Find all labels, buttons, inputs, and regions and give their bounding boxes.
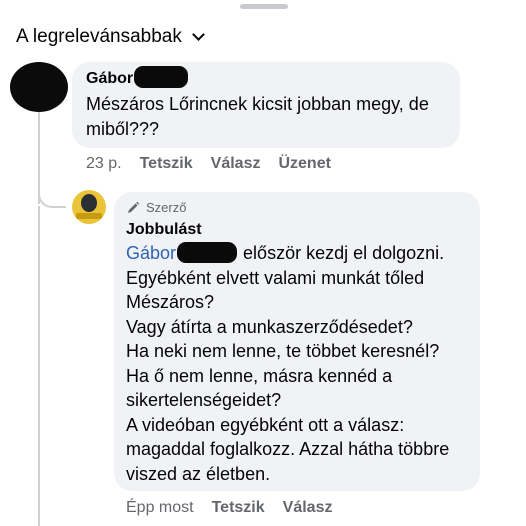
- comment-bubble: Gábor Mészáros Lőrincnek kicsit jobban m…: [72, 62, 460, 148]
- commenter-name[interactable]: Gábor: [86, 70, 133, 88]
- reply-text-first: először kezdj el dolgozni.: [243, 243, 445, 263]
- author-avatar[interactable]: [72, 190, 106, 224]
- reply-text-body: Egyébként elvett valami munkát tőled Més…: [126, 267, 450, 484]
- author-badge-label: Szerző: [146, 200, 187, 215]
- sort-label: A legrelevánsabbak: [16, 26, 182, 47]
- comment-text: Mészáros Lőrincnek kicsit jobban megy, d…: [86, 94, 429, 139]
- pen-icon: [128, 201, 140, 213]
- like-button[interactable]: Tetszik: [140, 155, 193, 173]
- mention-link[interactable]: Gábor: [126, 243, 176, 263]
- reply-text: Gábor először kezdj el dolgozni. Egyébké…: [126, 241, 476, 486]
- reply-button[interactable]: Válasz: [211, 155, 261, 173]
- sort-dropdown[interactable]: A legrelevánsabbak: [16, 26, 205, 48]
- chevron-down-icon: [191, 27, 205, 41]
- thread-line-reply: [38, 206, 40, 526]
- author-avatar-logo: [76, 213, 102, 219]
- message-button[interactable]: Üzenet: [278, 155, 330, 173]
- reply-author-name[interactable]: Jobbulást: [126, 221, 202, 239]
- reply-actions: Épp most Tetszik Válasz: [126, 499, 332, 517]
- reply-time: Épp most: [126, 499, 194, 516]
- reply-reply-button[interactable]: Válasz: [283, 499, 333, 517]
- redaction-block-inline: [177, 242, 238, 263]
- comment-actions: 23 p. Tetszik Válasz Üzenet: [86, 155, 331, 173]
- reply-like-button[interactable]: Tetszik: [212, 499, 265, 517]
- commenter-avatar[interactable]: [10, 62, 68, 112]
- reply-bubble: Szerző Jobbulást Gábor először kezdj el …: [114, 192, 480, 491]
- comment-time: 23 p.: [86, 155, 122, 172]
- author-avatar-face: [81, 194, 97, 212]
- redaction-block: [134, 66, 188, 88]
- sheet-grab-handle[interactable]: [240, 4, 288, 9]
- author-badge: Szerző: [126, 200, 186, 215]
- thread-connector: [38, 184, 66, 208]
